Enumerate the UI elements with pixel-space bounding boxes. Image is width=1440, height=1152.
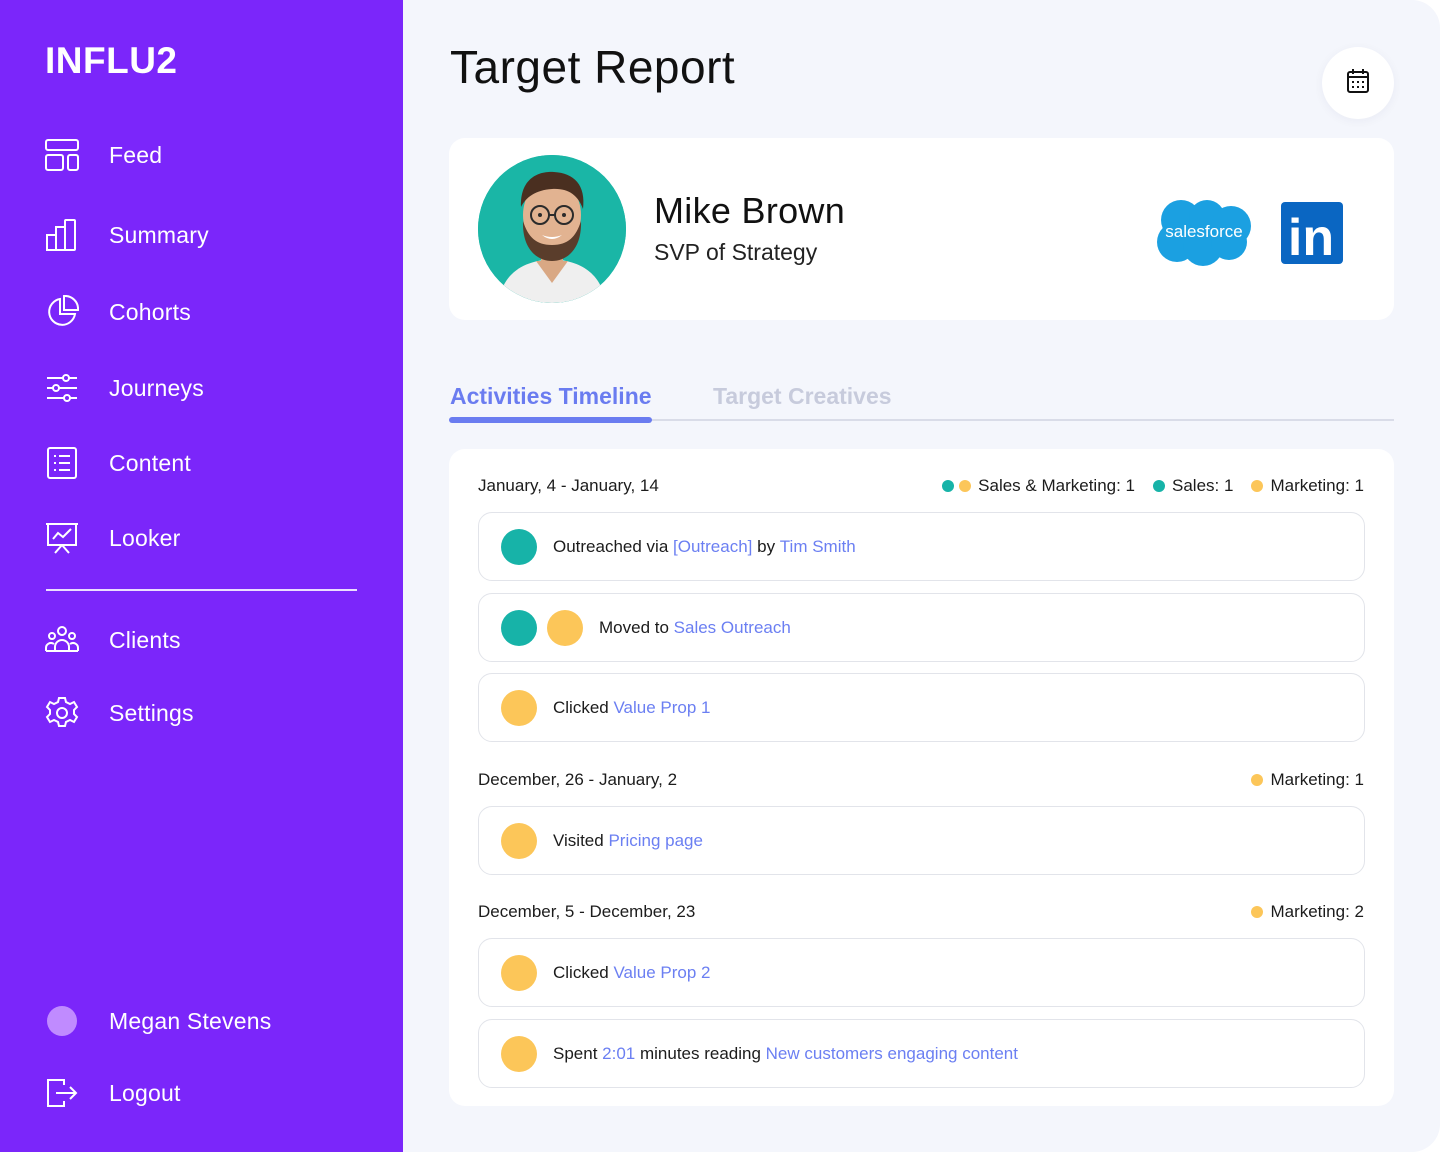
sidebar-divider [46, 589, 357, 591]
sales-indicator [501, 609, 537, 646]
marketing-indicator [501, 1035, 537, 1072]
bar-chart-icon [45, 217, 79, 253]
activity-row[interactable]: Clicked Value Prop 2 [478, 938, 1365, 1007]
activity-link[interactable]: Pricing page [608, 831, 703, 851]
date-range: December, 5 - December, 23 [478, 902, 696, 921]
users-icon [45, 622, 79, 658]
timeline-group-header: December, 5 - December, 23 Marketing: 2 [478, 899, 1364, 925]
calendar-icon [1346, 68, 1370, 99]
sidebar-item-journeys[interactable]: Journeys [45, 368, 365, 408]
date-range: December, 26 - January, 2 [478, 770, 678, 789]
page-title: Target Report [450, 41, 736, 93]
sliders-icon [45, 370, 79, 406]
activities-timeline: January, 4 - January, 14 Sales & Marketi… [449, 449, 1394, 1106]
logout-icon [45, 1075, 79, 1111]
activity-link[interactable]: Value Prop 2 [613, 963, 710, 983]
pie-chart-icon [45, 294, 79, 330]
sidebar-item-feed[interactable]: Feed [45, 135, 365, 175]
salesforce-logo-text: salesforce [1165, 222, 1242, 241]
legend-item: Marketing: 2 [1251, 902, 1364, 922]
tab-target-creatives[interactable]: Target Creatives [713, 383, 892, 410]
sidebar-item-label: Feed [109, 141, 163, 168]
sidebar-item-label: Settings [109, 699, 194, 726]
profile-role: SVP of Strategy [654, 239, 818, 265]
user-profile[interactable]: Megan Stevens [45, 1001, 365, 1041]
marketing-indicator [501, 954, 537, 991]
legend-item: Marketing: 1 [1251, 770, 1364, 790]
activity-link[interactable]: New customers engaging content [766, 1044, 1018, 1064]
legend: Marketing: 2 [1233, 902, 1364, 922]
activity-row[interactable]: Spent 2:01 minutes reading New customers… [478, 1019, 1365, 1088]
sidebar-item-cohorts[interactable]: Cohorts [45, 292, 365, 332]
list-icon [45, 445, 79, 481]
activity-link[interactable]: Value Prop 1 [613, 698, 710, 718]
activity-value: 2:01 [602, 1043, 636, 1063]
sidebar-item-settings[interactable]: Settings [45, 693, 365, 733]
sales-indicator [501, 528, 537, 565]
activity-row[interactable]: Outreached via [Outreach] by Tim Smith [478, 512, 1365, 581]
user-avatar [45, 1003, 79, 1039]
presentation-icon [45, 520, 79, 556]
calendar-button[interactable] [1322, 47, 1394, 119]
sidebar-item-looker[interactable]: Looker [45, 518, 365, 558]
activity-link[interactable]: Sales Outreach [674, 618, 791, 638]
activity-link[interactable]: Tim Smith [780, 537, 856, 557]
tab-activities-timeline[interactable]: Activities Timeline [450, 383, 652, 410]
profile-card: Mike Brown SVP of Strategy salesforce in [449, 138, 1394, 320]
logout-button[interactable]: Logout [45, 1073, 365, 1113]
marketing-indicator [547, 609, 583, 646]
sidebar-item-label: Content [109, 449, 191, 476]
legend-item: Sales & Marketing: 1 [942, 476, 1135, 496]
sidebar: INFLU2 Feed Summary Cohorts Journeys Con… [0, 0, 403, 1152]
activity-row[interactable]: Visited Pricing page [478, 806, 1365, 875]
timeline-group-header: January, 4 - January, 14 Sales & Marketi… [478, 473, 1364, 499]
sidebar-item-label: Clients [109, 626, 181, 653]
profile-name: Mike Brown [654, 190, 846, 231]
legend-item: Sales: 1 [1153, 476, 1233, 496]
sidebar-item-label: Journeys [109, 374, 204, 401]
sidebar-item-clients[interactable]: Clients [45, 620, 365, 660]
active-tab-indicator [449, 417, 652, 423]
linkedin-logo[interactable]: in [1281, 202, 1343, 267]
app-window: INFLU2 Feed Summary Cohorts Journeys Con… [0, 0, 1440, 1152]
legend: Sales & Marketing: 1 Sales: 1 Marketing:… [924, 476, 1364, 496]
sidebar-item-summary[interactable]: Summary [45, 215, 365, 255]
linkedin-logo-text: in [1288, 209, 1334, 264]
salesforce-logo[interactable]: salesforce [1153, 196, 1255, 268]
brand-logo: INFLU2 [45, 40, 178, 81]
activity-row[interactable]: Clicked Value Prop 1 [478, 673, 1365, 742]
logout-label: Logout [109, 1079, 181, 1106]
legend-item: Marketing: 1 [1251, 476, 1364, 496]
gear-icon [45, 695, 79, 731]
profile-photo [478, 155, 626, 303]
activity-link[interactable]: [Outreach] [673, 537, 752, 557]
timeline-group-header: December, 26 - January, 2 Marketing: 1 [478, 767, 1364, 793]
sidebar-item-label: Cohorts [109, 298, 191, 325]
sidebar-item-content[interactable]: Content [45, 443, 365, 483]
date-range: January, 4 - January, 14 [478, 476, 659, 495]
marketing-indicator [501, 822, 537, 859]
marketing-indicator [501, 689, 537, 726]
sidebar-item-label: Looker [109, 524, 181, 551]
legend: Marketing: 1 [1233, 770, 1364, 790]
user-name: Megan Stevens [109, 1007, 272, 1034]
sidebar-item-label: Summary [109, 221, 209, 248]
activity-row[interactable]: Moved to Sales Outreach [478, 593, 1365, 662]
feed-icon [45, 137, 79, 173]
